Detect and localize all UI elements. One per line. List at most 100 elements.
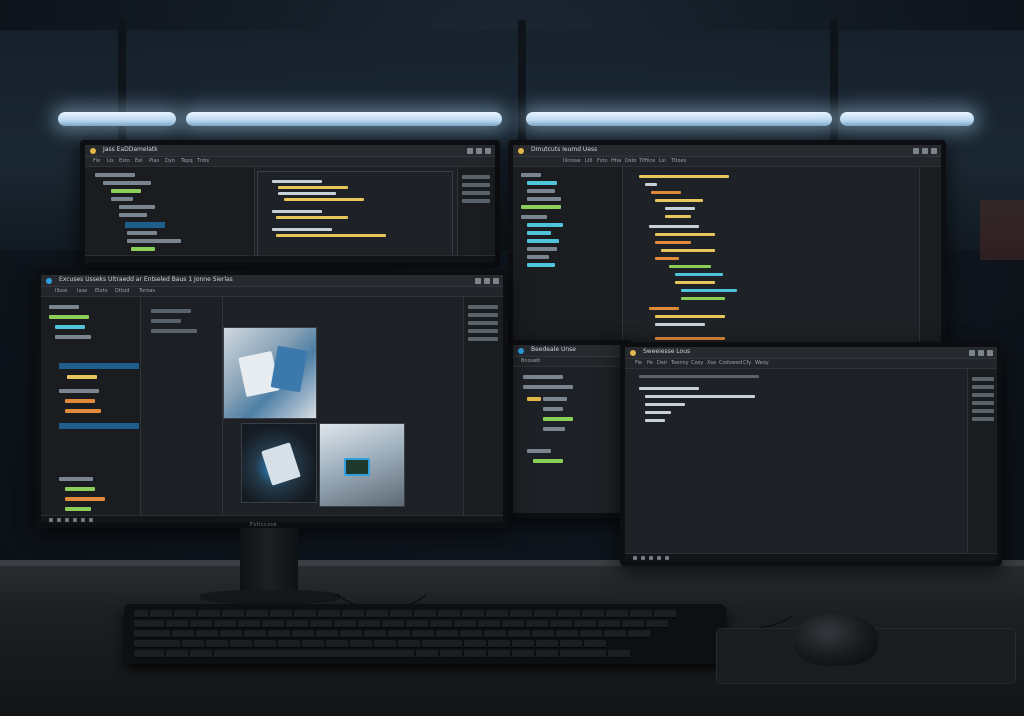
key[interactable] <box>486 610 508 618</box>
tree-row[interactable] <box>527 189 555 193</box>
key[interactable] <box>416 650 438 658</box>
key[interactable] <box>166 650 188 658</box>
key[interactable] <box>286 620 308 628</box>
tree-row[interactable] <box>527 181 557 185</box>
menu-item[interactable]: Ltll <box>585 158 593 164</box>
tree-row[interactable] <box>127 239 181 243</box>
key[interactable] <box>262 620 284 628</box>
keyboard[interactable] <box>124 604 726 664</box>
selected-tree-row[interactable] <box>125 222 165 228</box>
tree-row[interactable] <box>527 239 559 243</box>
key[interactable] <box>342 610 364 618</box>
key[interactable] <box>350 640 372 648</box>
tree-row[interactable] <box>111 197 133 201</box>
tree-row[interactable] <box>543 417 573 421</box>
property-row[interactable] <box>972 417 994 421</box>
menu-item[interactable]: Bnouelt <box>521 358 540 364</box>
key[interactable] <box>190 650 212 658</box>
key[interactable] <box>198 610 220 618</box>
key[interactable] <box>310 620 332 628</box>
tree-row[interactable] <box>59 477 93 481</box>
key[interactable] <box>294 610 316 618</box>
key[interactable] <box>134 610 148 618</box>
tree-row[interactable] <box>527 263 555 267</box>
key[interactable] <box>214 620 236 628</box>
key[interactable] <box>150 610 172 618</box>
property-row[interactable] <box>462 199 490 203</box>
tree-row[interactable] <box>103 181 151 185</box>
key[interactable] <box>196 630 218 638</box>
menu-item[interactable]: Htia <box>611 158 621 164</box>
key[interactable] <box>166 620 188 628</box>
key[interactable] <box>462 610 484 618</box>
key[interactable] <box>584 640 606 648</box>
key[interactable] <box>464 640 486 648</box>
asset-list-panel[interactable] <box>143 297 223 515</box>
menu-item[interactable]: Tnbs <box>197 158 209 164</box>
screen-right[interactable]: Sweeiesse Lous Fie Pe Deir Toenny Coxy X… <box>625 347 997 561</box>
key[interactable] <box>318 610 340 618</box>
key[interactable] <box>582 610 604 618</box>
key[interactable] <box>422 640 462 648</box>
taskbar-icon[interactable] <box>49 518 53 522</box>
key[interactable] <box>606 610 628 618</box>
property-row[interactable] <box>462 183 490 187</box>
spacebar-key[interactable] <box>214 650 414 658</box>
key[interactable] <box>358 620 380 628</box>
code-editor[interactable] <box>625 369 965 553</box>
key[interactable] <box>574 620 596 628</box>
tree-row[interactable] <box>111 189 141 193</box>
key[interactable] <box>430 620 452 628</box>
key[interactable] <box>334 620 356 628</box>
screen-middle[interactable]: Beedeale Unse Bnouelt <box>513 345 627 513</box>
tree-row[interactable] <box>65 409 101 413</box>
tree-row[interactable] <box>59 389 99 393</box>
maximize-icon[interactable] <box>476 148 482 154</box>
tree-row[interactable] <box>65 487 95 491</box>
key[interactable] <box>182 640 204 648</box>
menu-item[interactable]: Illsos <box>55 288 68 294</box>
properties-panel[interactable] <box>967 369 997 553</box>
key[interactable] <box>440 650 462 658</box>
menu-item[interactable]: Pe <box>647 360 653 366</box>
key[interactable] <box>460 630 482 638</box>
tree-row[interactable] <box>527 231 551 235</box>
key[interactable] <box>270 610 292 618</box>
menu-item[interactable]: Toroas <box>139 288 155 294</box>
menu-item[interactable]: Tiffiice <box>639 158 655 164</box>
tree-row[interactable] <box>521 215 547 219</box>
title-bar[interactable]: Excuses Usseks Ultraedd ar Entseled Baus… <box>41 275 503 287</box>
close-icon[interactable] <box>485 148 491 154</box>
key[interactable] <box>366 610 388 618</box>
maximize-icon[interactable] <box>484 278 490 284</box>
taskbar-icon[interactable] <box>89 518 93 522</box>
mouse[interactable] <box>794 614 878 666</box>
key[interactable] <box>628 630 650 638</box>
key[interactable] <box>278 640 300 648</box>
key[interactable] <box>512 640 534 648</box>
properties-panel[interactable] <box>463 297 503 515</box>
tree-row[interactable] <box>55 335 91 339</box>
key[interactable] <box>604 630 626 638</box>
key[interactable] <box>390 610 412 618</box>
menu-item[interactable]: Iase <box>77 288 87 294</box>
property-row[interactable] <box>468 337 498 341</box>
close-icon[interactable] <box>987 350 993 356</box>
close-icon[interactable] <box>493 278 499 284</box>
menu-item[interactable]: Tepq <box>181 158 193 164</box>
tree-row[interactable] <box>119 205 155 209</box>
taskbar-icon[interactable] <box>81 518 85 522</box>
tree-row[interactable] <box>521 173 541 177</box>
selected-tree-row[interactable] <box>59 423 139 429</box>
selected-tree-row[interactable] <box>59 363 139 369</box>
close-icon[interactable] <box>931 148 937 154</box>
tree-row[interactable] <box>533 459 563 463</box>
key[interactable] <box>246 610 268 618</box>
key[interactable] <box>388 630 410 638</box>
key[interactable] <box>532 630 554 638</box>
key[interactable] <box>438 610 460 618</box>
taskbar-icon[interactable] <box>65 518 69 522</box>
screen-top-left[interactable]: Jass EaDDamelatk Fle Lis Esto Eel Plas D… <box>85 145 495 263</box>
taskbar-icon[interactable] <box>73 518 77 522</box>
explorer-panel[interactable] <box>513 167 623 345</box>
